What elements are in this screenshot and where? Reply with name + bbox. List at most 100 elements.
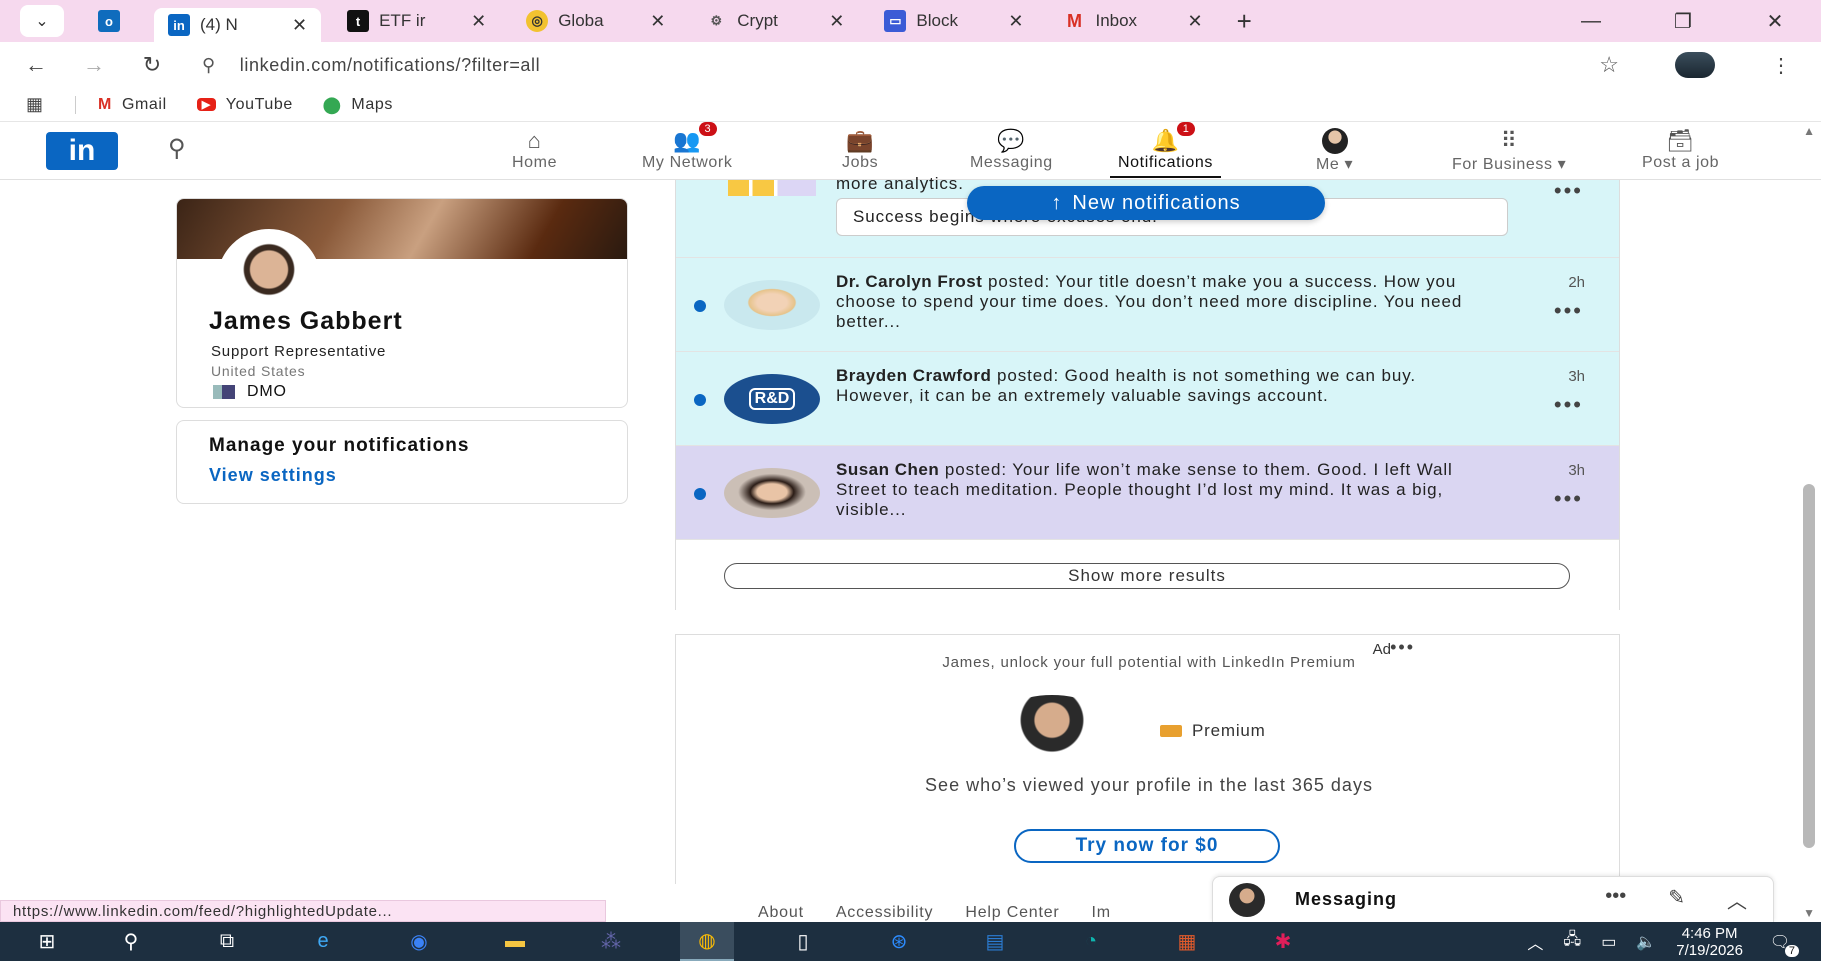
messaging-dock[interactable]: Messaging ••• ✎ ︿ bbox=[1212, 876, 1774, 922]
close-tab-icon[interactable]: ✕ bbox=[650, 11, 665, 32]
url-field[interactable]: ⚲ linkedin.com/notifications/?filter=all bbox=[202, 55, 540, 76]
network-icon[interactable]: 🖧 bbox=[1563, 928, 1581, 955]
nav-jobs[interactable]: 💼 Jobs bbox=[842, 128, 878, 172]
avatar bbox=[990, 695, 1114, 765]
calendar-app-icon[interactable]: ▦ bbox=[1160, 922, 1214, 961]
windows-start-icon[interactable]: ⊞ bbox=[20, 922, 74, 961]
manage-notifications-card: Manage your notifications View settings bbox=[176, 420, 628, 504]
nav-for-business[interactable]: ⠿ For Business ▾ bbox=[1452, 128, 1566, 174]
avatar[interactable] bbox=[724, 468, 820, 518]
tab-crypto[interactable]: ⚙ Crypt ✕ bbox=[691, 4, 858, 38]
tab-outlook[interactable]: o bbox=[76, 4, 142, 38]
edge-icon[interactable]: e bbox=[296, 922, 350, 961]
volume-icon[interactable]: 🔈 bbox=[1636, 932, 1656, 952]
nav-me[interactable]: Me ▾ bbox=[1316, 128, 1353, 174]
unread-dot bbox=[694, 488, 706, 500]
nav-messaging[interactable]: 💬 Messaging bbox=[970, 128, 1053, 172]
profile-card[interactable]: James Gabbert Support Representative Uni… bbox=[176, 198, 628, 408]
new-notifications-button[interactable]: ↑ New notifications bbox=[967, 186, 1325, 220]
try-premium-button[interactable]: Try now for $0 bbox=[1014, 829, 1280, 863]
new-tab-button[interactable]: + bbox=[1237, 6, 1252, 37]
close-tab-icon[interactable]: ✕ bbox=[292, 15, 307, 36]
display-icon[interactable]: ▭ bbox=[1601, 932, 1616, 952]
search-icon[interactable]: ⚲ bbox=[168, 134, 186, 163]
tab-search-button[interactable]: ⌄ bbox=[20, 5, 64, 37]
forward-arrow-icon[interactable]: → bbox=[72, 52, 116, 78]
reload-icon[interactable]: ↻ bbox=[130, 52, 174, 78]
notes-icon[interactable]: ▯ bbox=[776, 922, 830, 961]
tab-block[interactable]: ▭ Block ✕ bbox=[870, 4, 1037, 38]
notification-text: Susan Chen posted: Your life won’t make … bbox=[836, 460, 1453, 519]
avatar[interactable] bbox=[724, 280, 820, 330]
more-options-icon[interactable]: ••• bbox=[1554, 486, 1583, 512]
bookmark-gmail[interactable]: M Gmail bbox=[98, 96, 167, 114]
restore-icon[interactable]: ❐ bbox=[1637, 9, 1729, 34]
nav-label: Notifications bbox=[1118, 154, 1213, 171]
notification-item[interactable]: Dr. Carolyn Frost posted: Your title doe… bbox=[676, 258, 1619, 352]
app-icon[interactable]: ◔ bbox=[1064, 922, 1118, 961]
profile-org[interactable]: DMO bbox=[213, 383, 287, 401]
nav-home[interactable]: ⌂ Home bbox=[512, 128, 557, 172]
chevron-up-icon[interactable]: ︿ bbox=[1527, 930, 1543, 954]
site-settings-icon[interactable]: ⚲ bbox=[202, 55, 216, 76]
tab-linkedin[interactable]: in (4) N ✕ bbox=[154, 8, 322, 42]
chevron-down-icon: ⌄ bbox=[35, 13, 49, 30]
browser-profile-avatar[interactable] bbox=[1675, 52, 1715, 78]
compose-icon[interactable]: ✎ bbox=[1668, 885, 1685, 914]
close-tab-icon[interactable]: ✕ bbox=[1008, 11, 1023, 32]
more-options-icon[interactable]: ••• bbox=[1605, 885, 1626, 914]
footer-link-help-center[interactable]: Help Center bbox=[965, 904, 1059, 922]
browser-menu-icon[interactable]: ⋮ bbox=[1771, 53, 1791, 78]
close-window-icon[interactable]: ✕ bbox=[1729, 9, 1821, 34]
nav-post-job[interactable]: 🗃 Post a job bbox=[1642, 128, 1719, 172]
ad-headline: James, unlock your full potential with L… bbox=[942, 654, 1356, 671]
chevron-up-icon[interactable]: ︿ bbox=[1727, 885, 1747, 914]
clock-date: 7/19/2026 bbox=[1676, 941, 1743, 959]
teams-icon[interactable]: ⁂ bbox=[584, 922, 638, 961]
search-icon[interactable]: ⚲ bbox=[104, 922, 158, 961]
zoom-icon[interactable]: ⊛ bbox=[872, 922, 926, 961]
footer-link-about[interactable]: About bbox=[758, 904, 804, 922]
avatar bbox=[1321, 128, 1348, 154]
grid-icon: ⠿ bbox=[1500, 128, 1518, 153]
tab-global[interactable]: ◎ Globa ✕ bbox=[512, 4, 679, 38]
scrollbar-thumb[interactable] bbox=[1803, 484, 1815, 848]
word-icon[interactable]: ▤ bbox=[968, 922, 1022, 961]
messaging-title[interactable]: Messaging bbox=[1295, 889, 1397, 910]
notification-item[interactable]: R&D Brayden Crawford posted: Good health… bbox=[676, 352, 1619, 446]
nav-notifications[interactable]: 🔔 1 Notifications bbox=[1110, 122, 1221, 178]
action-center-icon[interactable]: 🗨 7 bbox=[1763, 929, 1799, 957]
more-options-icon[interactable]: ••• bbox=[1554, 298, 1583, 324]
more-options-icon[interactable]: ••• bbox=[1554, 178, 1583, 204]
scroll-down-icon[interactable]: ▼ bbox=[1803, 906, 1815, 920]
cortana-icon[interactable]: ◉ bbox=[392, 922, 446, 961]
tab-inbox[interactable]: M Inbox ✕ bbox=[1049, 4, 1216, 38]
footer-link-more[interactable]: Im bbox=[1092, 904, 1111, 922]
minimize-icon[interactable]: — bbox=[1545, 10, 1637, 33]
slack-icon[interactable]: ✱ bbox=[1256, 922, 1310, 961]
bookmark-maps[interactable]: ⬤ Maps bbox=[323, 95, 393, 115]
avatar[interactable]: R&D bbox=[724, 374, 820, 424]
scroll-up-icon[interactable]: ▲ bbox=[1803, 124, 1815, 138]
linkedin-logo[interactable]: in bbox=[46, 132, 118, 170]
bookmark-youtube[interactable]: ▶ YouTube bbox=[196, 96, 293, 114]
close-tab-icon[interactable]: ✕ bbox=[471, 11, 486, 32]
show-more-results-button[interactable]: Show more results bbox=[724, 563, 1570, 589]
file-explorer-icon[interactable]: ▬ bbox=[488, 922, 542, 961]
view-settings-link[interactable]: View settings bbox=[209, 465, 337, 486]
back-arrow-icon[interactable]: ← bbox=[14, 52, 58, 78]
close-tab-icon[interactable]: ✕ bbox=[1187, 11, 1202, 32]
clock[interactable]: 4:46 PM 7/19/2026 bbox=[1676, 925, 1743, 959]
close-tab-icon[interactable]: ✕ bbox=[829, 11, 844, 32]
chrome-icon[interactable]: ◍ bbox=[680, 922, 734, 961]
tab-etf[interactable]: t ETF ir ✕ bbox=[333, 4, 500, 38]
footer-link-accessibility[interactable]: Accessibility bbox=[836, 904, 934, 922]
bookmark-star-icon[interactable]: ☆ bbox=[1599, 52, 1619, 78]
task-view-icon[interactable]: ⧉ bbox=[200, 922, 254, 961]
premium-icon bbox=[1160, 725, 1182, 737]
more-options-icon[interactable]: ••• bbox=[1554, 392, 1583, 418]
notification-item[interactable]: Susan Chen posted: Your life won’t make … bbox=[676, 446, 1619, 540]
apps-grid-icon[interactable]: ▦ bbox=[26, 94, 43, 115]
profile-name[interactable]: James Gabbert bbox=[209, 307, 403, 336]
nav-my-network[interactable]: 👥 3 My Network bbox=[642, 122, 732, 172]
